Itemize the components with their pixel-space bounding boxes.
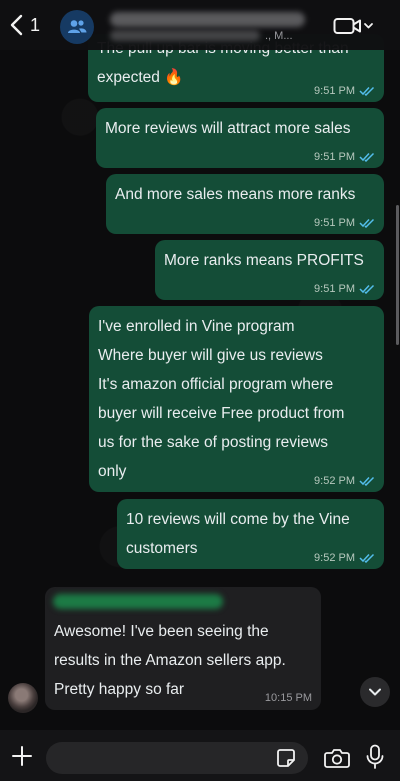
message-text: I've enrolled in Vine program Where buye… [98,318,345,480]
group-name-redacted[interactable] [110,12,305,27]
scroll-to-bottom-button[interactable] [360,677,390,707]
message-meta: 9:52 PM [314,552,375,564]
microphone-icon[interactable] [365,744,385,770]
read-ticks-icon [359,553,375,563]
message-meta: 9:52 PM [314,475,375,487]
chevron-down-icon [369,688,381,696]
video-camera-icon[interactable] [333,16,377,36]
sender-avatar[interactable] [8,683,38,713]
message-time: 10:15 PM [264,692,312,704]
message-time: 9:51 PM [314,217,355,229]
composer-bar [0,730,400,781]
read-ticks-icon [359,218,375,228]
message-text: And more sales means more ranks [115,186,356,203]
read-ticks-icon [359,284,375,294]
read-ticks-icon [359,86,375,96]
read-ticks-icon [359,152,375,162]
message-time: 9:51 PM [314,85,355,97]
message-meta: 9:51 PM [314,85,375,97]
message-input[interactable] [46,742,308,774]
message-meta: 9:51 PM [314,283,375,295]
back-unread-count[interactable]: 1 [30,15,40,36]
chevron-down-icon [364,23,373,29]
message-time: 9:52 PM [314,552,355,564]
plus-icon[interactable] [10,744,34,768]
scrollbar-thumb[interactable] [396,205,399,345]
group-icon [68,20,87,33]
sticker-icon[interactable] [276,748,296,768]
camera-icon[interactable] [324,747,350,769]
chevron-left-icon[interactable] [8,14,26,36]
message-bubble-incoming[interactable]: Awesome! I've been seeing the results in… [45,587,321,710]
message-text: Awesome! I've been seeing the results in… [54,623,286,698]
message-time: 9:52 PM [314,475,355,487]
message-text: More ranks means PROFITS [164,252,364,269]
group-members-tail: ., M... [265,30,293,42]
message-meta: 9:51 PM [314,151,375,163]
message-meta: 9:51 PM [314,217,375,229]
group-members-redacted [110,30,260,41]
read-ticks-icon [359,476,375,486]
message-bubble-outgoing[interactable]: More ranks means PROFITS 9:51 PM [155,240,384,300]
message-time: 9:51 PM [314,151,355,163]
message-bubble-outgoing[interactable]: I've enrolled in Vine program Where buye… [89,306,384,492]
message-bubble-outgoing[interactable]: More reviews will attract more sales 9:5… [96,108,384,168]
message-bubble-outgoing[interactable]: And more sales means more ranks 9:51 PM [106,174,384,234]
chat-header: 1 ., M... [0,0,400,50]
group-avatar[interactable] [60,10,94,44]
sender-name-redacted[interactable] [53,594,223,609]
message-bubble-outgoing[interactable]: 10 reviews will come by the Vine custome… [117,499,384,569]
message-time: 9:51 PM [314,283,355,295]
message-text: More reviews will attract more sales [105,120,351,137]
